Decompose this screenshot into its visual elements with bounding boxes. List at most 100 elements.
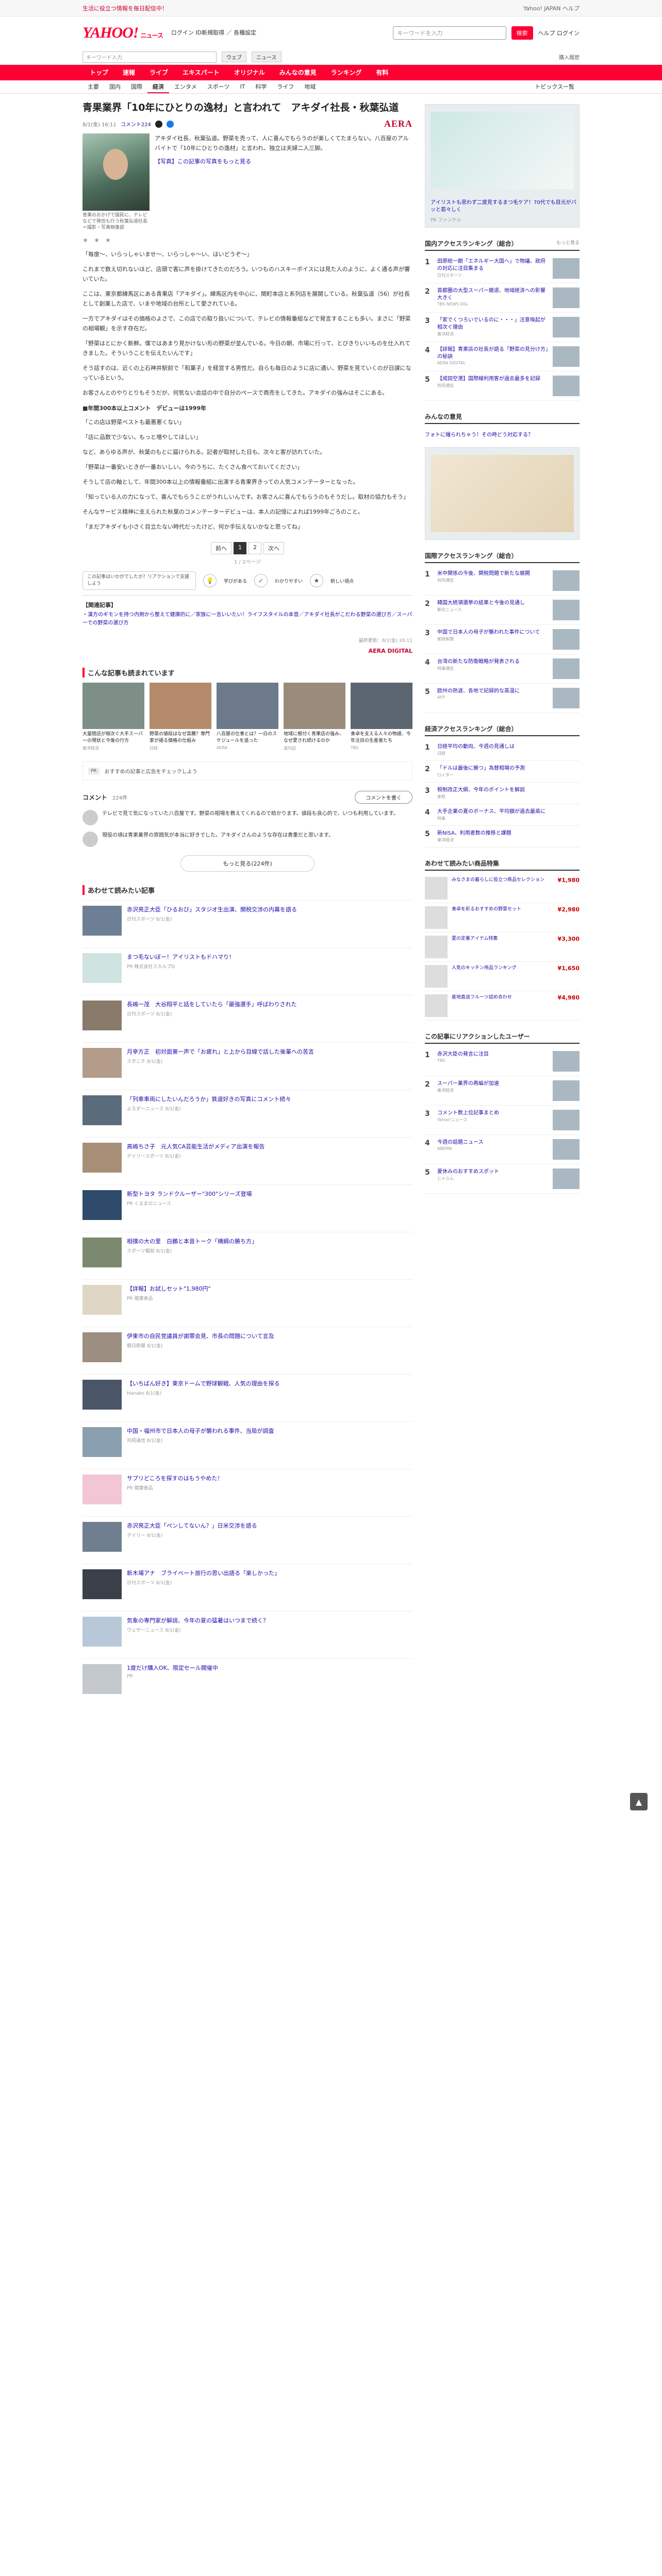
ranking-item[interactable]: 3 中国で日本人の母子が襲われた事件について 産経新聞 (425, 625, 580, 654)
rank-title[interactable]: 欧州の熱波、各地で記録的な高温に (437, 688, 549, 695)
feed-title[interactable]: まつ毛ないぼー！アイリストもドハマり！ (127, 953, 235, 961)
rank-title[interactable]: 新NISA、利用者数の推移と課題 (437, 830, 580, 837)
ranking-item[interactable]: 4 【詳報】青果店の社長が語る「野菜の見分け方」の秘訣 AERA DIGITAL (425, 342, 580, 371)
nav-item-live[interactable]: ライブ (142, 65, 175, 80)
feed-title[interactable]: 【詳報】お試しセット"1,980円" (127, 1285, 211, 1293)
service-links[interactable]: ログイン ID新規取得 ／ 各種設定 (171, 29, 256, 37)
feed-thumbnail[interactable] (82, 1380, 122, 1410)
rank-thumbnail[interactable] (553, 1051, 580, 1072)
rank-thumbnail[interactable] (553, 1080, 580, 1101)
product-title[interactable]: 産地直送フルーツ詰め合わせ (452, 994, 554, 1017)
ranking-item[interactable]: 1 米中関係の今後、関税問題で新たな展開 共同通信 (425, 566, 580, 596)
category-entertainment[interactable]: エンタメ (169, 80, 202, 93)
product-image[interactable] (425, 936, 448, 958)
rank-title[interactable]: 赤沢大臣の発言に注目 (437, 1051, 549, 1058)
ranking-item[interactable]: 5 夏休みのおすすめスポット じゃらん (425, 1164, 580, 1194)
feed-item[interactable]: 赤沢亮正大臣「ひるおび」スタジオ生出演、関税交渉の内幕を語る 日刊スポーツ 8/1… (82, 900, 412, 947)
rank-title[interactable]: 税制改正大綱、今年のポイントを解説 (437, 787, 580, 794)
feed-title[interactable]: 月亭方正 初対面第一声で「お疲れ」と上から目線で話した後輩への苦言 (127, 1048, 314, 1056)
recommend-card[interactable]: 大量閉店が相次ぐ大手スーパーの現状と今後の行方 東洋経済 (82, 683, 144, 751)
feed-item[interactable]: 赤沢亮正大臣「ペンしてないん？」日米交渉を語る デイリー 8/1(金) (82, 1516, 412, 1564)
yahoo-logo[interactable]: YAHOO! ニュース (82, 24, 163, 42)
product-image[interactable] (425, 994, 448, 1017)
feed-title[interactable]: 新木場アナ ブライベート旅行の思い出語る「楽しかった」 (127, 1569, 280, 1578)
feed-thumbnail[interactable] (82, 1143, 122, 1173)
aera-digital-logo[interactable]: AERA DIGITAL (82, 648, 412, 654)
feed-item[interactable]: 月亭方正 初対面第一声で「お疲れ」と上から目線で話した後輩への苦言 スポニチ 8/… (82, 1042, 412, 1090)
feed-title[interactable]: 伊東市の自民党議員が謝罪会見、市長の問題について言及 (127, 1332, 274, 1341)
feed-thumbnail[interactable] (82, 1332, 122, 1362)
feed-item[interactable]: まつ毛ないぼー！アイリストもドハマり！ PR 株式会社スカルプD (82, 947, 412, 995)
reaction-learn-icon[interactable]: 💡 (203, 574, 217, 587)
feed-item[interactable]: 【いちばん好き】東京ドームで野球観戦、人気の理由を探る Hanako 8/1(金) (82, 1374, 412, 1421)
comment-count-link[interactable]: コメント224 (121, 120, 151, 128)
ranking-item[interactable]: 1 赤沢大臣の発言に注目 TBS (425, 1047, 580, 1076)
feed-thumbnail[interactable] (82, 1664, 122, 1694)
product-image[interactable] (425, 906, 448, 929)
rank-thumbnail[interactable] (553, 1110, 580, 1130)
feed-title[interactable]: 気象の専門家が解説、今年の夏の猛暑はいつまで続く？ (127, 1617, 269, 1625)
feed-item[interactable]: 【詳報】お試しセット"1,980円" PR 健康食品 (82, 1279, 412, 1327)
category-life[interactable]: ライフ (272, 80, 299, 93)
feed-item[interactable]: 伊東市の自民党議員が謝罪会見、市長の問題について言及 朝日新聞 8/1(金) (82, 1327, 412, 1374)
rank-thumbnail[interactable] (553, 346, 580, 367)
ranking-item[interactable]: 4 今週の話題ニュース ABEMA (425, 1135, 580, 1164)
header-search-button[interactable]: 検索 (511, 26, 533, 40)
rank-thumbnail[interactable] (553, 258, 580, 279)
nav-item-top[interactable]: トップ (82, 65, 115, 80)
feed-thumbnail[interactable] (82, 1190, 122, 1220)
product-title[interactable]: 食卓を彩るおすすめの野菜セット (452, 906, 554, 929)
prev-page-button[interactable]: 前へ (211, 542, 231, 554)
rank-title[interactable]: 田原総一朗「エネルギー大国へ」で物議、政府の対応に注目集まる (437, 258, 549, 273)
related-links[interactable]: ・漢方のギモンを持つ内側から整えて健康的に／家族に一言いいたい！ライフスタイルの… (82, 611, 412, 628)
rank-thumbnail[interactable] (553, 376, 580, 396)
feed-thumbnail[interactable] (82, 1238, 122, 1267)
ranking-item[interactable]: 5 【成田空港】国際線利用客が過去最多を記録 共同通信 (425, 371, 580, 401)
ranking-item[interactable]: 1 田原総一朗「エネルギー大国へ」で物議、政府の対応に注目集まる 日刊スポーツ (425, 254, 580, 283)
feed-thumbnail[interactable] (82, 1475, 122, 1504)
feed-title[interactable]: 赤沢亮正大臣「ペンしてないん？」日米交渉を語る (127, 1522, 257, 1530)
rank-title[interactable]: 「家でくつろいでいるのに・・・」注意喚起が相次ぐ理由 (437, 317, 549, 331)
feed-thumbnail[interactable] (82, 1095, 122, 1125)
product-title[interactable]: 夏の定番アイテム特集 (452, 936, 554, 958)
rank-title[interactable]: 【成田空港】国際線利用客が過去最多を記録 (437, 376, 549, 383)
rank-thumbnail[interactable] (553, 629, 580, 650)
feed-thumbnail[interactable] (82, 1617, 122, 1647)
rank-title[interactable]: 米中関係の今後、関税問題で新たな展開 (437, 570, 549, 578)
news-search-button[interactable]: ニュース (252, 52, 282, 62)
facebook-share-icon[interactable] (167, 120, 174, 128)
feed-thumbnail[interactable] (82, 1001, 122, 1030)
feed-thumbnail[interactable] (82, 1522, 122, 1552)
rank-title[interactable]: 夏休みのおすすめスポット (437, 1168, 549, 1176)
rank-title[interactable]: 日経平均の動向、今週の見通しは (437, 743, 580, 751)
article-photo[interactable] (82, 133, 150, 211)
rank-thumbnail[interactable] (553, 570, 580, 591)
inline-ad[interactable]: PR おすすめの記事と広告をチェックしよう (82, 761, 412, 781)
news-search-input[interactable]: キーワード入力 (82, 51, 217, 63)
rank-title[interactable]: 韓国大統領選挙の結果と今後の見通し (437, 600, 549, 607)
ranking-item[interactable]: 4 台湾の新たな防衛戦略が発表される 時事通信 (425, 654, 580, 684)
ranking-item[interactable]: 2 韓国大統領選挙の結果と今後の見通し 聯合ニュース (425, 596, 580, 625)
feed-item[interactable]: 新木場アナ ブライベート旅行の思い出語る「楽しかった」 日刊スポーツ 8/1(金) (82, 1564, 412, 1611)
rank-title[interactable]: スーパー業界の再編が加速 (437, 1080, 549, 1088)
ranking-item[interactable]: 2 「ドルは最後に勝つ」為替相場の予測 ロイター (425, 761, 580, 783)
ranking-item[interactable]: 2 首都圏の大型スーパー撤退、地域経済への影響大きく TBS NEWS DIG (425, 283, 580, 313)
feed-item[interactable]: 新型トヨタ ランドクルーザー"300"シリーズ登場 PR くるまのニュース (82, 1184, 412, 1232)
product-image[interactable] (425, 877, 448, 900)
feed-thumbnail[interactable] (82, 1569, 122, 1599)
header-search-input[interactable]: キーワードを入力 (392, 26, 506, 40)
page-1-button[interactable]: 1 (234, 542, 246, 554)
more-comments-button[interactable]: もっと見る(224件) (180, 855, 315, 872)
rank-title[interactable]: 中国で日本人の母子が襲われた事件について (437, 629, 549, 636)
rank-title[interactable]: 大手企業の夏のボーナス、平均額が過去最高に (437, 808, 580, 816)
category-world[interactable]: 国際 (126, 80, 147, 93)
rank-thumbnail[interactable] (553, 600, 580, 620)
x-share-icon[interactable] (155, 120, 162, 128)
recommend-card[interactable]: 八百屋の仕事とは？一日のスケジュールを追った AERA (217, 683, 278, 751)
ranking-item[interactable]: 2 スーパー業界の再編が加速 東洋経済 (425, 1076, 580, 1106)
rank-title[interactable]: 台湾の新たな防衛戦略が発表される (437, 658, 549, 666)
feed-item[interactable]: サプリどころを探すのはもうやめた！ PR 健康食品 (82, 1469, 412, 1516)
header-right-links[interactable]: ヘルプ ログイン (538, 29, 580, 37)
feed-item[interactable]: 長嶋一茂 大谷翔平と話をしていたら「最強選手」呼ばわりされた 日刊スポーツ 8/1… (82, 995, 412, 1042)
rank-thumbnail[interactable] (553, 317, 580, 337)
